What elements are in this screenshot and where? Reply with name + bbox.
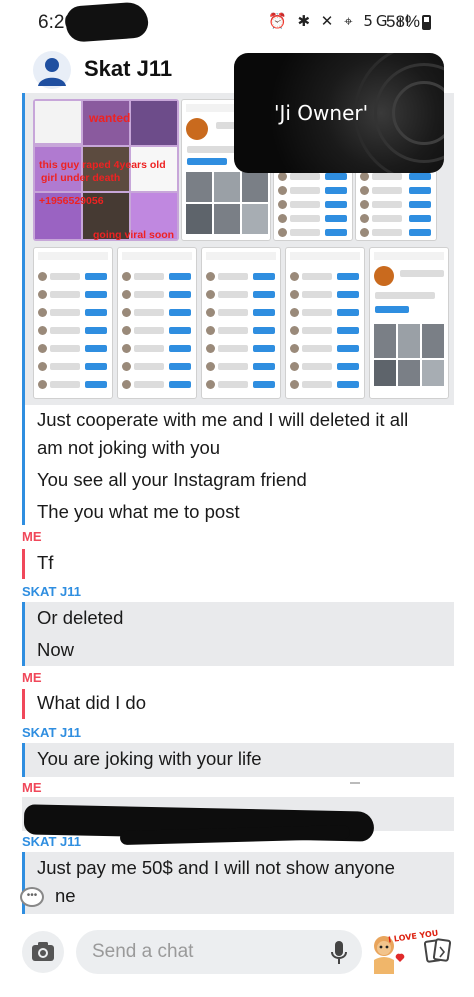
message-text: Just pay me 50$ and I will not show anyo…: [37, 857, 395, 878]
cards-icon[interactable]: [424, 936, 452, 966]
message-bubble[interactable]: What did I do: [22, 689, 422, 719]
followers-screenshot[interactable]: [273, 165, 353, 241]
instagram-profile-screenshot-2[interactable]: [369, 247, 449, 399]
battery-percent: 58%: [386, 12, 421, 31]
collage-caption-line3: +1956529056: [39, 195, 104, 207]
collage-caption-line1: this guy raped 4years old: [39, 159, 166, 171]
microphone-icon[interactable]: [330, 940, 348, 966]
collage-caption-line2: girl under death: [41, 172, 121, 184]
message-text: Now: [37, 639, 75, 660]
sender-label-them: SKAT J11: [22, 584, 82, 599]
sender-label-me: ME: [22, 780, 42, 795]
sender-label-them: SKAT J11: [22, 834, 82, 849]
message-bubble[interactable]: Just pay me 50$ and I will not show anyo…: [22, 852, 454, 914]
battery-icon: [422, 15, 431, 30]
message-text: am not joking with you: [37, 437, 221, 458]
chat-title[interactable]: Skat J11: [84, 56, 172, 82]
message-text: ne: [55, 885, 76, 906]
message-bubble[interactable]: You are joking with your life: [22, 743, 454, 777]
message-text: Tf: [37, 552, 54, 573]
camera-button[interactable]: [22, 931, 64, 973]
message-text: Just cooperate with me and I will delete…: [37, 409, 409, 430]
sticker-button[interactable]: I LOVE YOU: [370, 929, 439, 976]
following-screenshot[interactable]: [355, 165, 437, 241]
message-bubble[interactable]: Or deleted Now: [22, 602, 454, 666]
chat-input-bar: I LOVE YOU: [0, 918, 474, 997]
user-avatar-icon[interactable]: [32, 50, 72, 90]
chat-input[interactable]: [76, 930, 362, 974]
message-text: You are joking with your life: [37, 748, 262, 769]
video-call-overlay[interactable]: 'Ji Owner': [234, 53, 444, 173]
camera-icon: [32, 942, 54, 961]
follower-list-screenshot-1[interactable]: [33, 247, 113, 399]
message-text: You see all your Instagram friend: [37, 469, 307, 490]
follower-list-screenshot-2[interactable]: [117, 247, 197, 399]
status-redaction-scribble: [64, 1, 150, 43]
message-bubble[interactable]: Tf: [22, 549, 422, 579]
message-text: Or deleted: [37, 607, 124, 628]
follower-list-screenshot-4[interactable]: [285, 247, 365, 399]
message-bubble[interactable]: Just cooperate with me and I will delete…: [22, 405, 408, 525]
status-bar: 6:20 ⏰ ✱ ✕ ⌖ 5G ıl 58%: [0, 0, 474, 48]
sender-label-me: ME: [22, 670, 42, 685]
divider: [350, 782, 360, 784]
sender-label-me: ME: [22, 529, 42, 544]
overlay-label: 'Ji Owner': [274, 101, 369, 125]
collage-image[interactable]: wanted this guy raped 4years old girl un…: [33, 99, 179, 241]
sender-label-them: SKAT J11: [22, 725, 82, 740]
collage-caption-wanted: wanted: [89, 111, 131, 125]
follower-list-screenshot-3[interactable]: [201, 247, 281, 399]
collage-caption-line4: going viral soon: [93, 229, 175, 241]
typing-indicator-icon: •••: [20, 887, 44, 907]
message-text: What did I do: [37, 692, 147, 713]
message-text: The you what me to post: [37, 501, 240, 522]
